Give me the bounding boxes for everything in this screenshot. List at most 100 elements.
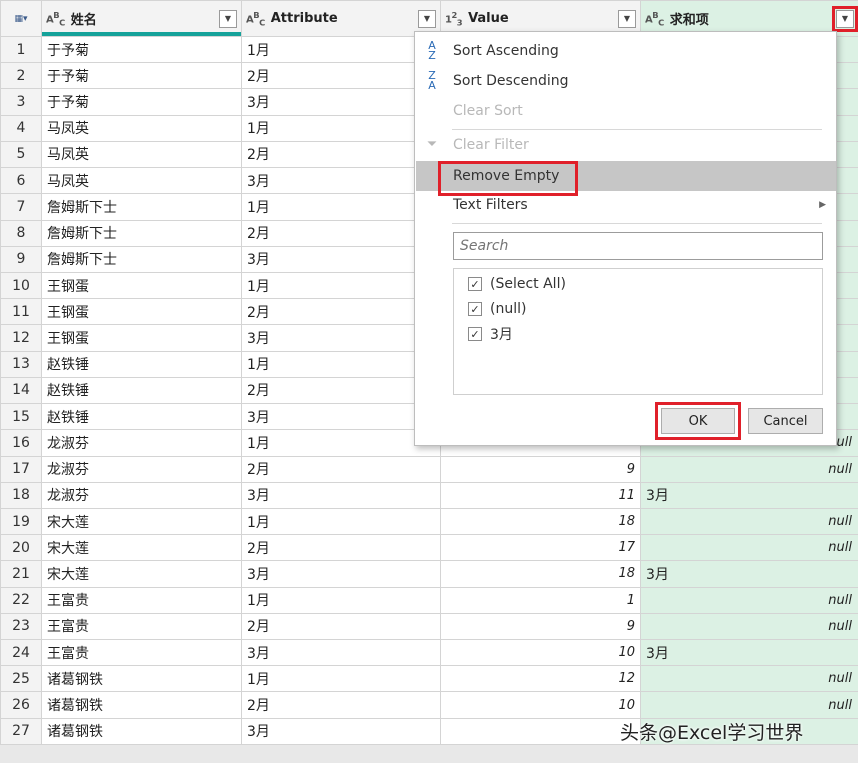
cell-name[interactable]: 赵铁锤 (41, 403, 242, 431)
cell-name[interactable]: 宋大莲 (41, 507, 242, 536)
cell-sum[interactable]: 3月 (640, 639, 858, 667)
cell-value[interactable]: 9 (440, 455, 641, 483)
table-menu-corner[interactable]: ▦▾ (0, 0, 42, 37)
cell-attribute[interactable]: 3月 (241, 324, 441, 352)
cell-name[interactable]: 宋大莲 (41, 560, 242, 588)
cell-name[interactable]: 赵铁锤 (41, 376, 242, 405)
cell-name[interactable]: 于予菊 (41, 35, 242, 64)
row-number[interactable]: 12 (0, 324, 42, 352)
cell-attribute[interactable]: 3月 (241, 88, 441, 116)
dropdown-arrow-icon[interactable]: ▼ (618, 9, 636, 28)
row-number[interactable]: 26 (0, 691, 42, 719)
checkbox[interactable]: ✓ (468, 327, 482, 341)
cell-value[interactable] (440, 717, 641, 746)
table-row[interactable]: 26 诸葛钢铁 2月 10 null (0, 691, 858, 719)
cell-attribute[interactable]: 2月 (241, 140, 441, 169)
cell-value[interactable]: 10 (440, 639, 641, 667)
row-number[interactable]: 19 (0, 507, 42, 536)
cell-attribute[interactable]: 1月 (241, 429, 441, 457)
row-number[interactable]: 17 (0, 455, 42, 483)
cell-sum[interactable]: null (640, 534, 858, 562)
table-row[interactable]: 24 王富贵 3月 10 3月 (0, 639, 858, 667)
row-number[interactable]: 20 (0, 534, 42, 562)
row-number[interactable]: 16 (0, 429, 42, 457)
checkbox[interactable]: ✓ (468, 277, 482, 291)
cell-sum[interactable]: null (640, 691, 858, 719)
cell-sum[interactable]: 3月 (640, 560, 858, 588)
cell-name[interactable]: 王富贵 (41, 586, 242, 614)
table-row[interactable]: 20 宋大莲 2月 17 null (0, 534, 858, 562)
cell-attribute[interactable]: 1月 (241, 193, 441, 221)
table-row[interactable]: 19 宋大莲 1月 18 null (0, 507, 858, 536)
cell-name[interactable]: 马凤英 (41, 140, 242, 169)
cell-attribute[interactable]: 3月 (241, 481, 441, 509)
number-type-icon[interactable]: 123 (445, 10, 463, 27)
table-row[interactable]: 17 龙淑芬 2月 9 null (0, 455, 858, 483)
filter-search-input[interactable] (453, 232, 823, 260)
cell-attribute[interactable]: 3月 (241, 403, 441, 431)
cell-value[interactable]: 11 (440, 481, 641, 509)
filter-value-item[interactable]: ✓ (Select All) (468, 273, 566, 295)
cell-attribute[interactable]: 2月 (241, 219, 441, 247)
cell-name[interactable]: 龙淑芬 (41, 455, 242, 483)
cell-attribute[interactable]: 1月 (241, 114, 441, 142)
dropdown-arrow-icon[interactable]: ▼ (219, 9, 237, 28)
cell-attribute[interactable]: 3月 (241, 245, 441, 273)
cell-sum[interactable]: null (640, 665, 858, 693)
cell-attribute[interactable]: 1月 (241, 507, 441, 536)
cell-value[interactable]: 18 (440, 560, 641, 588)
row-number[interactable]: 6 (0, 167, 42, 195)
text-type-icon[interactable]: ABC (46, 10, 65, 27)
cell-attribute[interactable]: 3月 (241, 639, 441, 667)
cell-attribute[interactable]: 2月 (241, 62, 441, 90)
dropdown-arrow-icon[interactable]: ▼ (832, 5, 858, 32)
filter-value-item[interactable]: ✓ 3月 (468, 323, 513, 345)
cell-name[interactable]: 龙淑芬 (41, 481, 242, 509)
sort-ascending-item[interactable]: AZ Sort Ascending (416, 36, 836, 66)
cell-name[interactable]: 宋大莲 (41, 534, 242, 562)
cell-name[interactable]: 赵铁锤 (41, 350, 242, 378)
cell-name[interactable]: 马凤英 (41, 167, 242, 195)
cell-attribute[interactable]: 1月 (241, 35, 441, 64)
filter-value-item[interactable]: ✓ (null) (468, 298, 526, 320)
cell-sum[interactable]: null (640, 455, 858, 483)
sort-descending-item[interactable]: ZA Sort Descending (416, 66, 836, 96)
cell-attribute[interactable]: 3月 (241, 560, 441, 588)
table-row[interactable]: 21 宋大莲 3月 18 3月 (0, 560, 858, 588)
dropdown-arrow-icon[interactable]: ▼ (418, 9, 436, 28)
row-number[interactable]: 27 (0, 717, 42, 746)
cell-value[interactable]: 9 (440, 612, 641, 641)
cell-name[interactable]: 王钢蛋 (41, 324, 242, 352)
cell-sum[interactable]: null (640, 612, 858, 641)
cell-value[interactable]: 1 (440, 586, 641, 614)
cell-name[interactable]: 王富贵 (41, 639, 242, 667)
row-number[interactable]: 11 (0, 298, 42, 326)
cell-name[interactable]: 诸葛钢铁 (41, 665, 242, 693)
text-filters-item[interactable]: Text Filters ▶ (416, 190, 836, 220)
cell-name[interactable]: 詹姆斯下士 (41, 245, 242, 273)
row-number[interactable]: 18 (0, 481, 42, 509)
cell-value[interactable]: 17 (440, 534, 641, 562)
table-icon[interactable]: ▦▾ (2, 2, 41, 35)
cell-attribute[interactable]: 1月 (241, 586, 441, 614)
row-number[interactable]: 14 (0, 376, 42, 405)
cell-name[interactable]: 诸葛钢铁 (41, 691, 242, 719)
column-header-attribute[interactable]: ABC Attribute ▼ (241, 0, 441, 37)
text-type-icon[interactable]: ABC (246, 10, 265, 27)
cell-name[interactable]: 王钢蛋 (41, 298, 242, 326)
row-number[interactable]: 7 (0, 193, 42, 221)
cell-sum[interactable]: null (640, 507, 858, 536)
cell-name[interactable]: 于予菊 (41, 88, 242, 116)
row-number[interactable]: 13 (0, 350, 42, 378)
row-number[interactable]: 3 (0, 88, 42, 116)
cell-attribute[interactable]: 1月 (241, 271, 441, 300)
cell-value[interactable]: 12 (440, 665, 641, 693)
cell-value[interactable]: 10 (440, 691, 641, 719)
row-number[interactable]: 2 (0, 62, 42, 90)
cell-attribute[interactable]: 2月 (241, 534, 441, 562)
cell-attribute[interactable]: 2月 (241, 691, 441, 719)
cell-attribute[interactable]: 2月 (241, 612, 441, 641)
row-number[interactable]: 21 (0, 560, 42, 588)
cell-attribute[interactable]: 2月 (241, 455, 441, 483)
cell-attribute[interactable]: 3月 (241, 717, 441, 746)
